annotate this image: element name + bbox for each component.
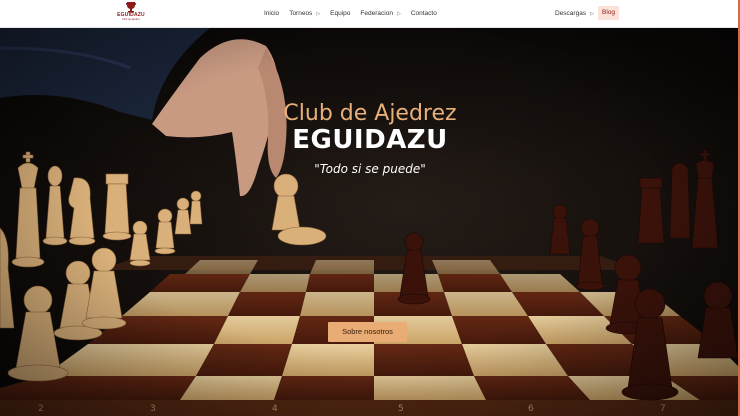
chevron-right-icon: ▷: [396, 10, 401, 17]
nav-label: Equipo: [330, 10, 351, 17]
nav-label: Descargas: [555, 10, 587, 17]
nav-federacion[interactable]: Federacion ▷: [360, 10, 400, 17]
nav-label: Contacto: [410, 10, 437, 17]
logo-subtext: Club de Ajedrez: [122, 18, 140, 21]
club-logo[interactable]: EGUIDAZU Club de Ajedrez: [117, 1, 145, 26]
hero-banner: 2 3 4 5 6 7 Club de Ajedrez EGUIDAZU "To…: [0, 28, 740, 416]
site-header: EGUIDAZU Club de Ajedrez Inicio Torneos …: [0, 0, 740, 28]
hero-motto: "Todo si se puede": [314, 162, 426, 176]
about-us-button[interactable]: Sobre nosotros: [328, 322, 407, 342]
nav-inicio[interactable]: Inicio: [264, 10, 279, 17]
hero-title: Club de Ajedrez: [283, 101, 457, 126]
main-nav: Inicio Torneos ▷ Equipo Federacion ▷ Con…: [264, 0, 447, 27]
nav-descargas[interactable]: Descargas ▷: [555, 10, 594, 17]
nav-label: Torneos: [289, 10, 313, 17]
chessboard-background-image: 2 3 4 5 6 7: [0, 28, 740, 416]
hero-brand: EGUIDAZU: [292, 125, 448, 155]
nav-label: Inicio: [264, 10, 280, 17]
chevron-right-icon: ▷: [590, 10, 594, 17]
nav-label: Federacion: [360, 10, 393, 17]
chevron-right-icon: ▷: [316, 10, 321, 17]
nav-equipo[interactable]: Equipo: [330, 10, 350, 17]
secondary-nav: Descargas ▷: [555, 0, 604, 27]
nav-contacto[interactable]: Contacto: [411, 10, 437, 17]
nav-torneos[interactable]: Torneos ▷: [289, 10, 320, 17]
blog-button[interactable]: Blog: [598, 6, 620, 20]
